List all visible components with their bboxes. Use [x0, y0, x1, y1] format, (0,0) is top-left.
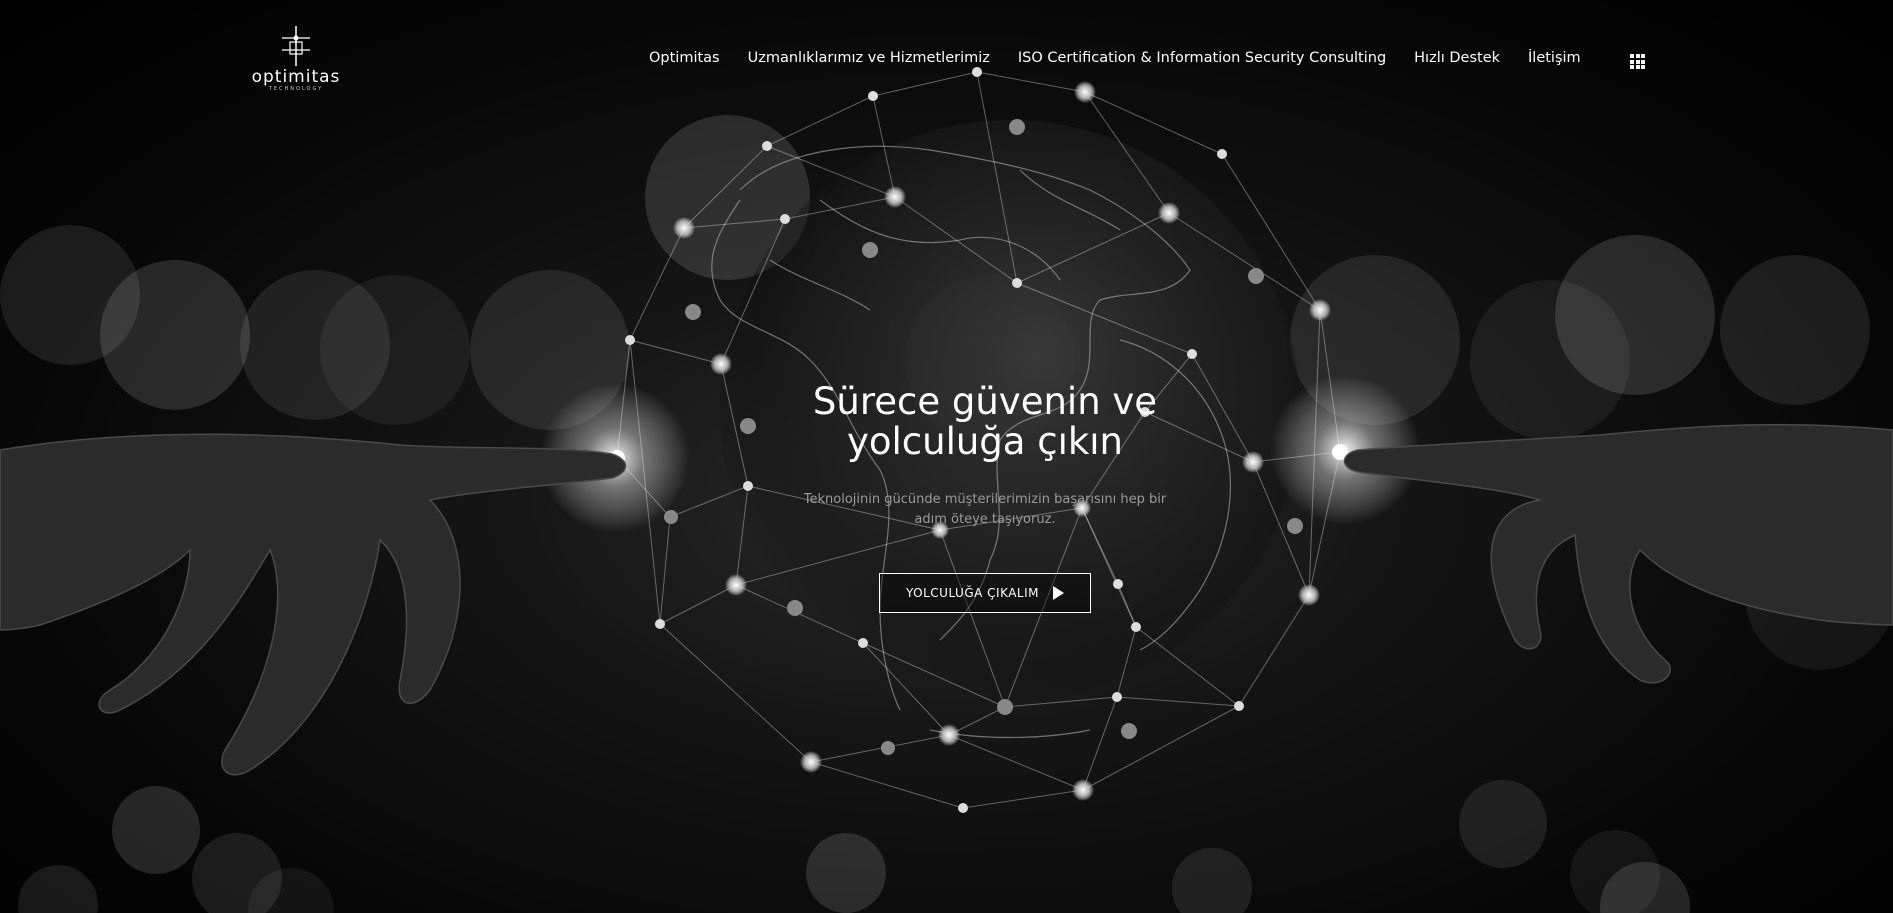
nav-item-contact[interactable]: İletişim — [1528, 50, 1581, 66]
cta-button[interactable]: YOLCULUĞA ÇIKALIM — [879, 573, 1091, 613]
main-navigation: Optimitas Uzmanlıklarımız ve Hizmetlerim… — [649, 50, 1609, 66]
hero-subtitle: Teknolojinin gücünde müşterilerimizin ba… — [803, 492, 1167, 527]
right-hand-graphic — [1343, 423, 1893, 684]
logo-mark-icon — [282, 26, 310, 66]
hero-title-line2: yolculuğa çıkın — [846, 420, 1124, 463]
hero-section: optimitas TECHNOLOGY Optimitas Uzmanlıkl… — [0, 0, 1893, 913]
hero-title: Sürece güvenin ve yolculuğa çıkın — [700, 382, 1270, 462]
nav-item-quick-support[interactable]: Hızlı Destek — [1414, 50, 1500, 66]
brand-name: optimitas — [251, 67, 341, 87]
play-icon — [1053, 586, 1065, 600]
hero-title-line1: Sürece güvenin ve — [812, 380, 1158, 423]
grid-menu-icon[interactable] — [1630, 54, 1645, 69]
brand-logo[interactable]: optimitas TECHNOLOGY — [244, 26, 348, 98]
nav-item-services[interactable]: Uzmanlıklarımız ve Hizmetlerimiz — [748, 50, 990, 66]
nav-item-optimitas[interactable]: Optimitas — [649, 50, 720, 66]
cta-button-label: YOLCULUĞA ÇIKALIM — [905, 586, 1040, 600]
brand-tagline: TECHNOLOGY — [268, 86, 324, 92]
nav-item-iso-certification[interactable]: ISO Certification & Information Security… — [1018, 50, 1386, 66]
left-hand-graphic — [0, 433, 627, 776]
